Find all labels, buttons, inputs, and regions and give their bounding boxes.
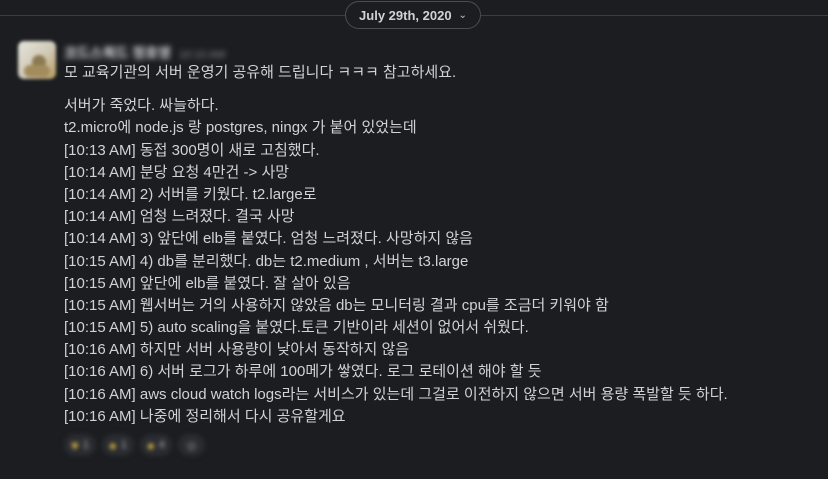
message-view: July 29th, 2020 ⌄ 코드스쿼드 정호영 10:10 AM 모 교… — [0, 0, 828, 479]
add-reaction-icon: ☺ — [184, 437, 199, 453]
message-line: [10:15 AM] 웹서버는 거의 사용하지 않았음 db는 모니터링 결과 … — [64, 296, 609, 314]
message-line: [10:14 AM] 2) 서버를 키웠다. t2.large로 — [64, 185, 317, 203]
message-line: [10:16 AM] 하지만 서버 사용량이 낮아서 동작하지 않음 — [64, 341, 410, 359]
message-line: [10:14 AM] 분당 요청 4만건 -> 사망 — [64, 163, 290, 181]
reaction-count: 1 — [120, 439, 127, 451]
sender-name[interactable]: 코드스쿼드 정호영 — [64, 43, 171, 63]
reactions-bar: ♥ 1 ● 1 ● 4 ☺ — [64, 434, 211, 456]
message-line: [10:13 AM] 동접 300명이 새로 고침했다. — [64, 141, 320, 159]
add-reaction-button[interactable]: ☺ — [177, 434, 206, 456]
message-body: 모 교육기관의 서버 운영기 공유해 드립니다 ㅋㅋㅋ 참고하세요. 서버가 죽… — [64, 62, 728, 428]
message-header: 코드스쿼드 정호영 10:10 AM — [64, 43, 225, 63]
emoji-icon: ● — [146, 437, 155, 453]
message-line: [10:15 AM] 앞단에 elb를 붙였다. 잘 살아 있음 — [64, 274, 351, 292]
message-line: [10:14 AM] 엄청 느려졌다. 결국 사망 — [64, 208, 295, 226]
emoji-icon: ● — [108, 437, 117, 453]
message-line: [10:16 AM] 6) 서버 로그가 하루에 100메가 쌓였다. 로그 로… — [64, 363, 542, 381]
message-timestamp[interactable]: 10:10 AM — [179, 49, 225, 61]
message-line: 서버가 죽었다. 싸늘하다. — [64, 97, 219, 115]
reaction-count: 1 — [82, 439, 89, 451]
message-line: [10:15 AM] 5) auto scaling을 붙였다.토큰 기반이라 … — [64, 319, 529, 337]
message-line: t2.micro에 node.js 랑 postgres, ningx 가 붙어… — [64, 119, 417, 137]
reaction-pill[interactable]: ● 1 — [101, 434, 134, 456]
message-line: [10:16 AM] aws cloud watch logs라는 서비스가 있… — [64, 385, 728, 403]
emoji-icon: ♥ — [71, 437, 79, 453]
reaction-pill[interactable]: ● 4 — [139, 434, 172, 456]
date-divider-button[interactable]: July 29th, 2020 ⌄ — [345, 1, 481, 29]
message-line: [10:15 AM] 4) db를 분리했다. db는 t2.medium , … — [64, 252, 469, 270]
message-line: 모 교육기관의 서버 운영기 공유해 드립니다 ㅋㅋㅋ 참고하세요. — [64, 64, 457, 81]
message-line: [10:16 AM] 나중에 정리해서 다시 공유할게요 — [64, 407, 346, 425]
avatar[interactable] — [18, 41, 56, 79]
reaction-count: 4 — [158, 439, 165, 451]
reaction-pill[interactable]: ♥ 1 — [64, 434, 96, 456]
message-line: [10:14 AM] 3) 앞단에 elb를 붙였다. 엄청 느려졌다. 사망하… — [64, 230, 473, 248]
message-line-gap — [64, 84, 728, 95]
chevron-down-icon: ⌄ — [458, 9, 467, 21]
date-label: July 29th, 2020 — [359, 7, 452, 23]
